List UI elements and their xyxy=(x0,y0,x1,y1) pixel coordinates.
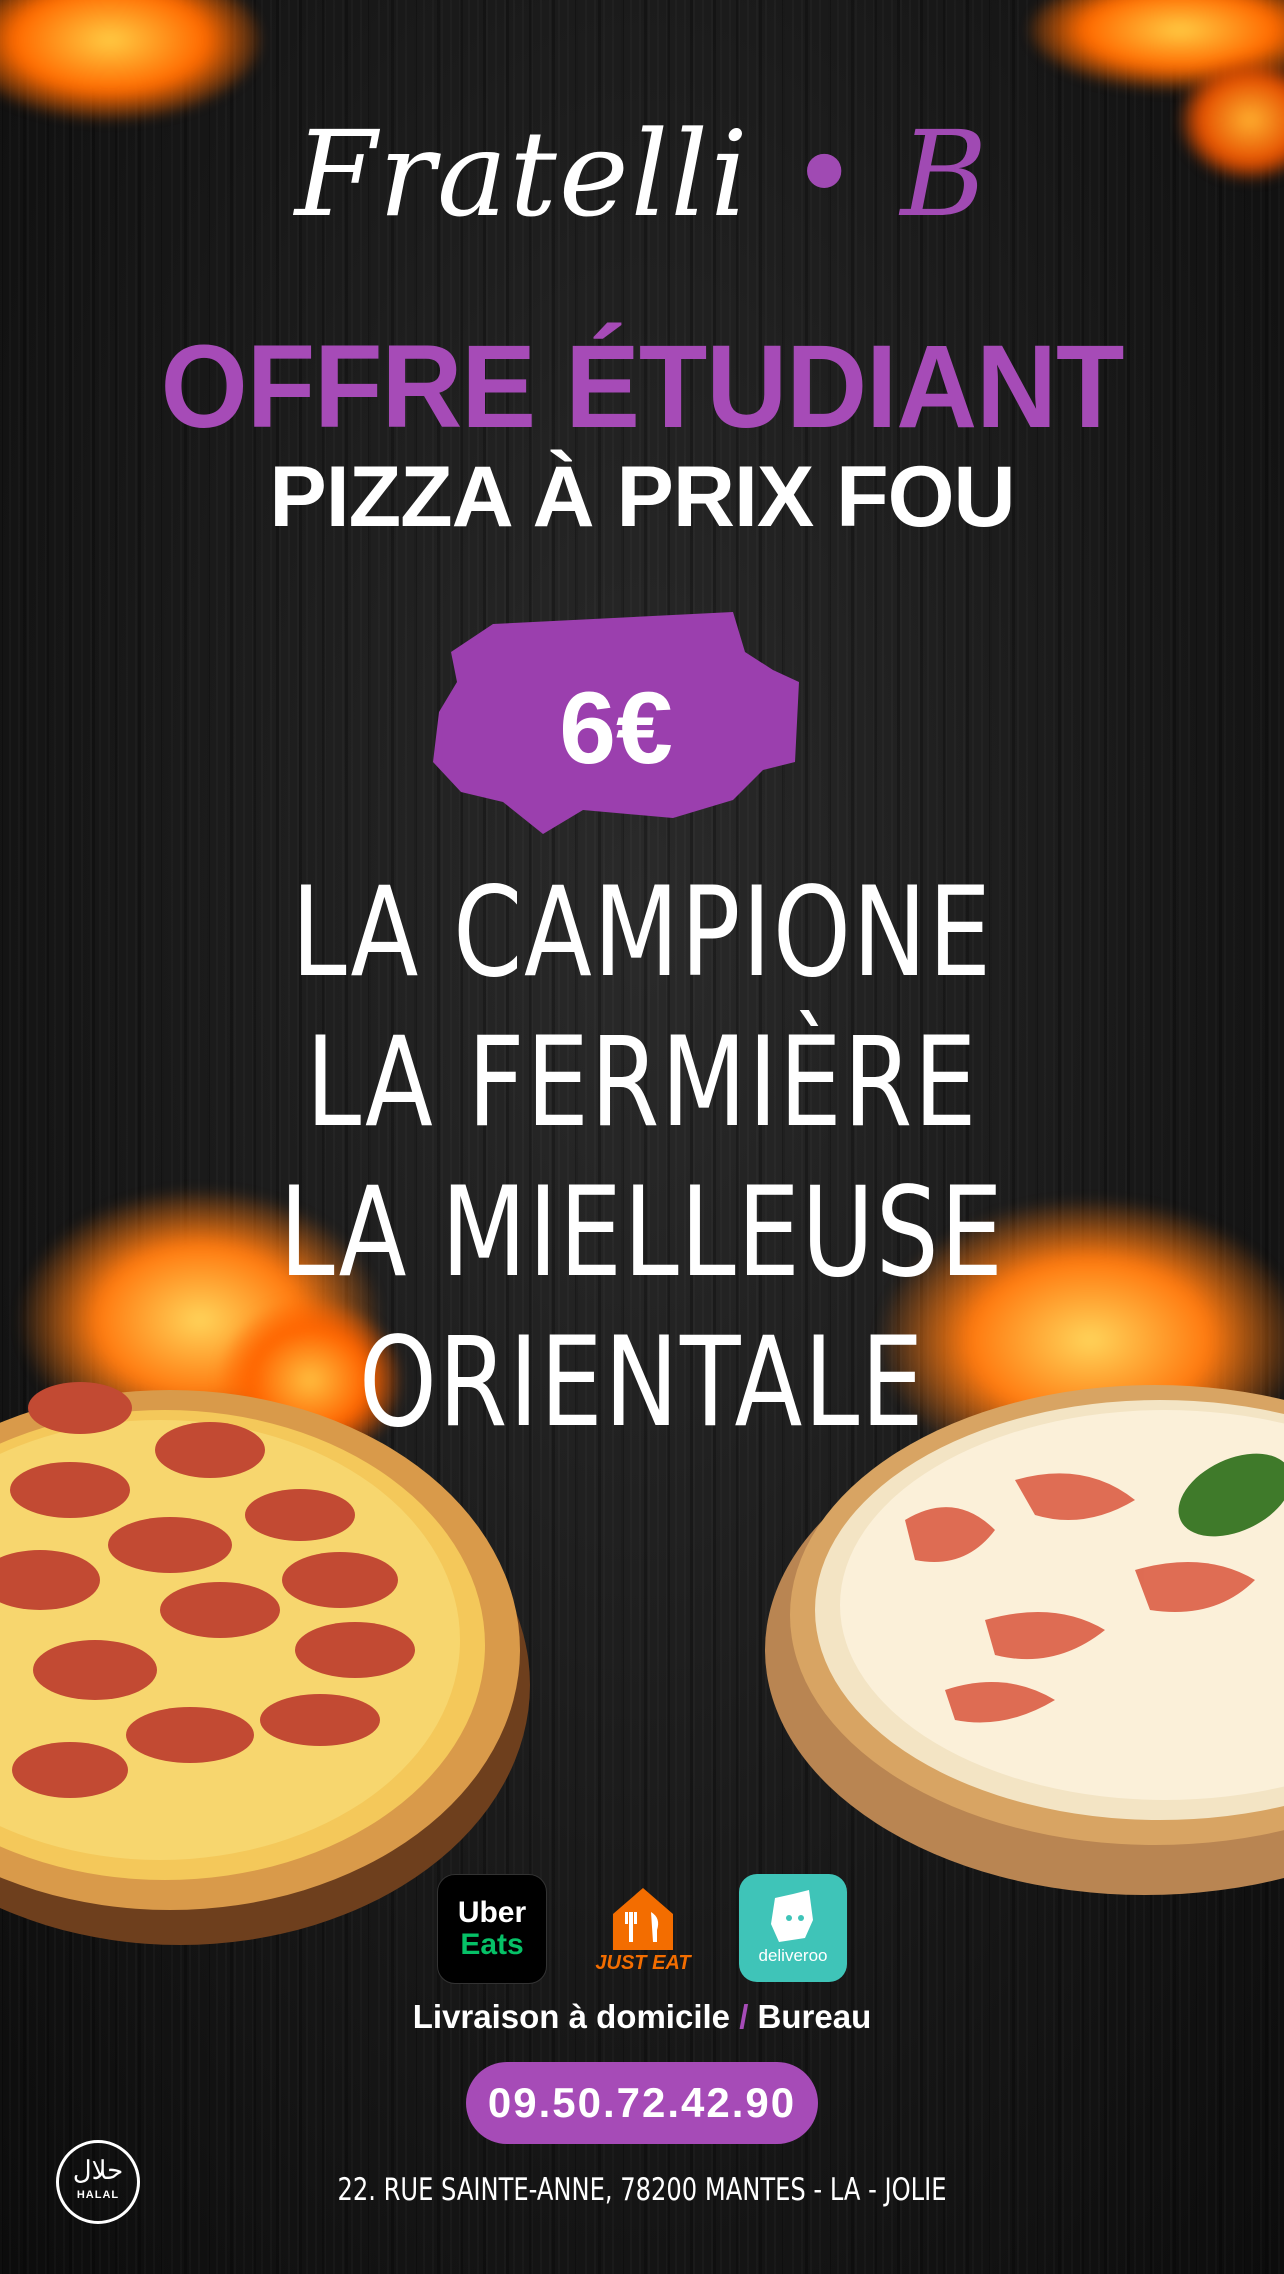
just-eat-logo[interactable]: JUST EAT xyxy=(589,1874,697,1982)
delivery-home-text: Livraison à domicile xyxy=(412,1998,731,2035)
menu-item: LA FERMIÈRE xyxy=(305,1011,979,1155)
halal-arabic: حلال xyxy=(72,2155,124,2185)
kangaroo-icon xyxy=(771,1890,813,1942)
brand-initial: B xyxy=(900,105,990,243)
brand-logo: Fratelli • B xyxy=(0,105,1284,243)
delivery-apps: Uber Eats JUST EAT deliveroo xyxy=(0,1874,1284,1984)
pizza-pepperoni-image xyxy=(0,1382,530,1945)
eats-text: Eats xyxy=(460,1928,524,1961)
brand-dot: • xyxy=(789,105,861,243)
phone-number-button[interactable]: 09.50.72.42.90 xyxy=(466,2062,818,2144)
delivery-office-text: Bureau xyxy=(757,1998,872,2035)
price-label: 6€ xyxy=(559,671,673,785)
delivery-info: Livraison à domicile / Bureau xyxy=(0,1998,1284,2036)
delivery-separator: / xyxy=(739,1998,749,2035)
halal-badge-icon: حلال HALAL xyxy=(56,2140,140,2224)
halal-label: HALAL xyxy=(76,2189,120,2201)
uber-text: Uber xyxy=(457,1896,527,1929)
offer-title: OFFRE ÉTUDIANT xyxy=(160,320,1125,453)
address-text: 22. RUE SAINTE-ANNE, 78200 MANTES - LA -… xyxy=(337,2172,947,2208)
just-eat-label: JUST EAT xyxy=(595,1951,691,1974)
offer-subtitle: PIZZA À PRIX FOU xyxy=(269,449,1015,545)
menu-item: LA CAMPIONE xyxy=(291,861,993,1005)
brand-name: Fratelli xyxy=(294,105,750,243)
price-badge: 6€ xyxy=(433,612,799,834)
promo-poster: Fratelli • B OFFRE ÉTUDIANT PIZZA À PRIX… xyxy=(0,0,1284,2274)
pizza-margherita-image xyxy=(765,1385,1284,1895)
deliveroo-label: deliveroo xyxy=(758,1946,828,1965)
deliveroo-logo[interactable]: deliveroo xyxy=(739,1874,847,1982)
menu-item: LA MIELLEUSE xyxy=(279,1161,1005,1305)
uber-eats-logo[interactable]: Uber Eats xyxy=(437,1874,547,1984)
house-icon xyxy=(613,1887,673,1950)
